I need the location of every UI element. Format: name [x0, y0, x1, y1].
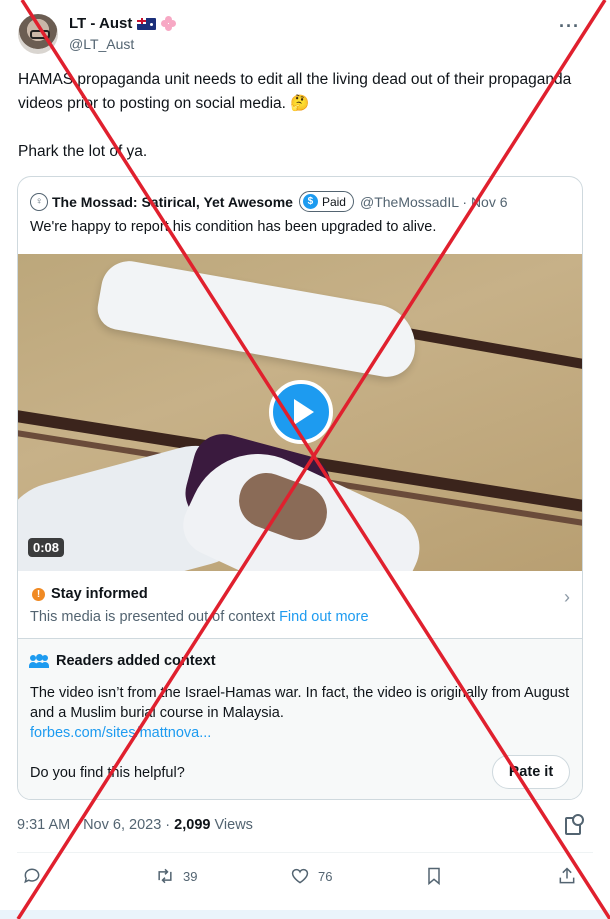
bookmark-button[interactable]	[424, 866, 444, 886]
dollar-icon: $	[302, 194, 318, 209]
avatar[interactable]	[18, 14, 58, 54]
reply-icon	[24, 868, 40, 884]
tweet-header: LT - Aust @LT_Aust ···	[18, 14, 598, 58]
views-label: Views	[214, 817, 253, 833]
quote-text: We're happy to report his condition has …	[30, 219, 437, 235]
retweet-count: 39	[183, 868, 198, 884]
forbes-link[interactable]: forbes.com/sites/mattnova...	[30, 725, 211, 741]
quoted-tweet[interactable]: ♀ The Mossad: Satirical, Yet Awesome $ P…	[17, 176, 583, 800]
name-row: LT - Aust	[69, 15, 177, 32]
bottom-bar	[0, 910, 610, 919]
retweet-button[interactable]: 39	[155, 866, 197, 886]
display-name[interactable]: LT - Aust	[69, 15, 132, 32]
video-player[interactable]: 0:08	[18, 254, 582, 571]
share-icon	[559, 867, 575, 884]
chevron-right-icon[interactable]: ›	[564, 587, 570, 608]
divider	[17, 852, 593, 853]
people-icon	[29, 654, 49, 668]
quote-avatar[interactable]: ♀	[30, 192, 48, 211]
bookmark-icon	[428, 867, 440, 886]
views-count: 2,099	[174, 817, 211, 833]
play-icon[interactable]	[269, 380, 333, 444]
find-out-more-link[interactable]: Find out more	[279, 609, 368, 625]
tweet-text-line: HAMAS propaganda unit needs to edit all …	[18, 71, 572, 112]
stay-informed-notice[interactable]: ! Stay informed This media is presented …	[18, 571, 582, 639]
readers-context-body: The video isn’t from the Israel-Hamas wa…	[30, 685, 570, 721]
reply-button[interactable]	[22, 866, 42, 886]
like-button[interactable]: 76	[290, 866, 332, 886]
more-icon[interactable]: ···	[559, 16, 580, 37]
stay-informed-message: This media is presented out of context	[30, 609, 276, 625]
stay-informed-text: This media is presented out of context F…	[30, 609, 369, 625]
tweet-text-line: Phark the lot of ya.	[18, 143, 148, 160]
retweet-icon	[158, 868, 172, 884]
video-frame-detail	[94, 256, 422, 382]
blossom-icon	[161, 15, 177, 32]
analytics-icon[interactable]	[565, 814, 584, 835]
stay-informed-title: ! Stay informed	[32, 586, 148, 602]
video-duration: 0:08	[28, 538, 65, 557]
tweet-timestamp: 9:31 AM · Nov 6, 2023 · 2,099 Views	[17, 817, 253, 833]
readers-context-title: Readers added context	[29, 653, 216, 669]
stay-informed-label: Stay informed	[51, 586, 148, 602]
rate-it-button[interactable]: Rate it	[492, 755, 570, 789]
like-count: 76	[318, 868, 333, 884]
paid-badge: $ Paid	[298, 191, 354, 212]
readers-context-label: Readers added context	[56, 653, 216, 669]
share-button[interactable]	[557, 866, 577, 886]
paid-label: Paid	[321, 194, 346, 209]
helpful-question: Do you find this helpful?	[30, 765, 185, 781]
tweet-time[interactable]: 9:31 AM · Nov 6, 2023 ·	[17, 817, 170, 833]
quote-header: ♀ The Mossad: Satirical, Yet Awesome $ P…	[30, 191, 508, 212]
heart-icon	[291, 868, 309, 884]
user-handle[interactable]: @LT_Aust	[69, 36, 134, 52]
quote-handle-date[interactable]: @TheMossadIL · Nov 6	[360, 194, 508, 210]
australia-flag-icon	[137, 17, 157, 30]
action-bar: 39 76	[22, 866, 582, 890]
readers-added-context: Readers added context The video isn’t fr…	[18, 639, 582, 799]
quote-author-name[interactable]: The Mossad: Satirical, Yet Awesome	[52, 194, 293, 210]
tweet-text: HAMAS propaganda unit needs to edit all …	[18, 68, 588, 188]
warning-icon: !	[32, 587, 45, 601]
